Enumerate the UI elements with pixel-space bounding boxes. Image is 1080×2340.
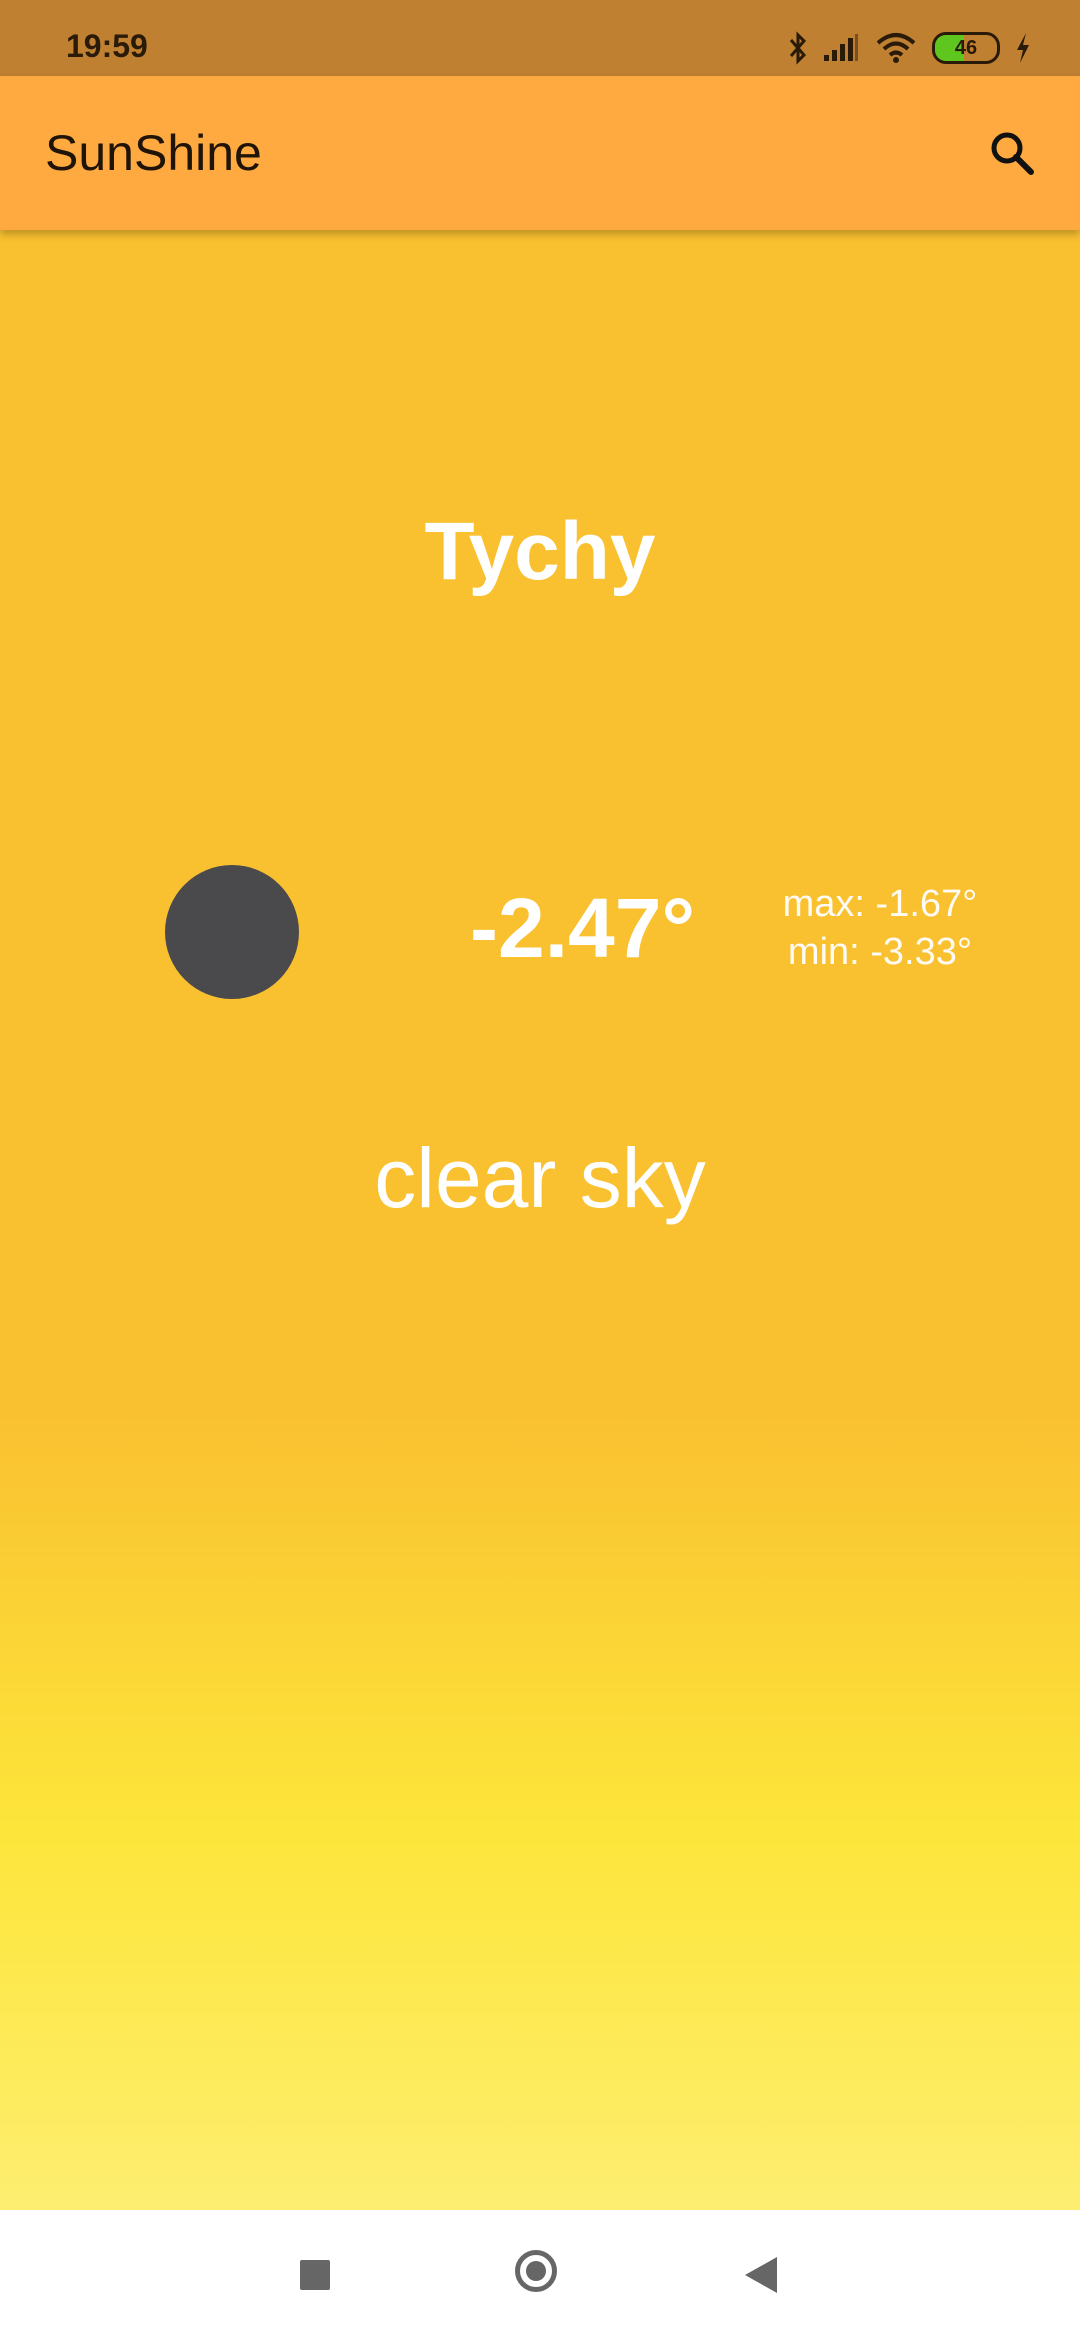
temperature-range: max: -1.67° min: -3.33° [760, 880, 1000, 976]
navigation-bar [0, 2210, 1080, 2340]
status-bar: 19:59 46 [0, 0, 1080, 76]
battery-icon: 46 [932, 32, 1000, 64]
recents-button[interactable] [300, 2260, 330, 2290]
signal-icon [824, 34, 858, 61]
city-name: Tychy [424, 506, 656, 597]
weather-icon [165, 865, 299, 999]
home-button[interactable] [515, 2250, 557, 2292]
app-bar: SunShine [0, 76, 1080, 230]
status-time: 19:59 [66, 28, 148, 64]
charging-icon [1017, 33, 1029, 63]
app-title: SunShine [45, 125, 262, 181]
max-temperature: max: -1.67° [782, 883, 978, 925]
bluetooth-icon [789, 31, 807, 65]
weather-description: clear sky [374, 1131, 706, 1225]
wifi-icon [876, 33, 916, 63]
min-temperature: min: -3.33° [787, 931, 973, 973]
search-button[interactable] [985, 126, 1041, 182]
back-button[interactable] [745, 2257, 777, 2293]
search-icon [991, 132, 1034, 175]
battery-level: 46 [954, 37, 978, 59]
status-icons: 46 [788, 28, 1032, 68]
current-temperature: -2.47° [470, 881, 696, 975]
